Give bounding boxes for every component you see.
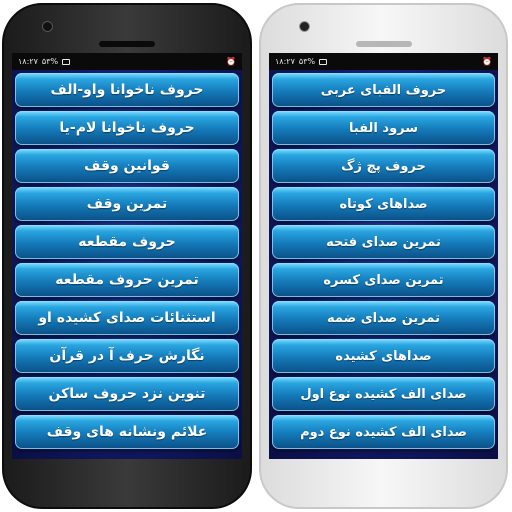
menu-item[interactable]: تمرین صدای کسره bbox=[272, 263, 495, 297]
status-bar: ۱۸:۲۷ ۵۳% ⏰ bbox=[12, 53, 242, 70]
alarm-icon: ⏰ bbox=[226, 57, 236, 66]
menu-item[interactable]: تمرین صدای فتحه bbox=[272, 225, 495, 259]
menu-item[interactable]: قوانین وقف bbox=[15, 149, 239, 183]
menu-item[interactable]: صدای الف کشیده نوع دوم bbox=[272, 415, 495, 449]
right-screen: ۱۸:۲۷ ۵۳% ⏰ حروف الفبای عربی سرود الفبا … bbox=[269, 53, 498, 459]
right-phone: ۱۸:۲۷ ۵۳% ⏰ حروف الفبای عربی سرود الفبا … bbox=[259, 3, 508, 509]
battery-icon bbox=[62, 58, 71, 65]
alarm-icon: ⏰ bbox=[482, 57, 492, 66]
battery-icon bbox=[319, 58, 328, 65]
menu-item[interactable]: حروف مقطعه bbox=[15, 225, 239, 259]
menu-item[interactable]: نگارش حرف آ در قرآن bbox=[15, 339, 239, 373]
left-screen: ۱۸:۲۷ ۵۳% ⏰ حروف ناخوانا واو-الف حروف نا… bbox=[12, 53, 242, 459]
camera-icon bbox=[299, 21, 310, 32]
status-battery: ۵۳% bbox=[41, 57, 59, 66]
menu-item[interactable]: صداهای کوتاه bbox=[272, 187, 495, 221]
menu-item[interactable]: حروف ناخوانا لام-یا bbox=[15, 111, 239, 145]
menu-item[interactable]: حروف پچ ژگ bbox=[272, 149, 495, 183]
status-bar: ۱۸:۲۷ ۵۳% ⏰ bbox=[269, 53, 498, 70]
menu-item[interactable]: صدای الف کشیده نوع اول bbox=[272, 377, 495, 411]
left-menu: حروف ناخوانا واو-الف حروف ناخوانا لام-یا… bbox=[12, 70, 242, 449]
left-phone: ۱۸:۲۷ ۵۳% ⏰ حروف ناخوانا واو-الف حروف نا… bbox=[2, 3, 252, 509]
menu-item[interactable]: حروف ناخوانا واو-الف bbox=[15, 73, 239, 107]
menu-item[interactable]: تمرین حروف مقطعه bbox=[15, 263, 239, 297]
menu-item[interactable]: استثنائات صدای کشیده او bbox=[15, 301, 239, 335]
status-time: ۱۸:۲۷ bbox=[275, 57, 295, 66]
menu-item[interactable]: تمرین وقف bbox=[15, 187, 239, 221]
menu-item[interactable]: تمرین صدای ضمه bbox=[272, 301, 495, 335]
speaker-grille bbox=[355, 41, 412, 47]
status-battery: ۵۳% bbox=[298, 57, 316, 66]
menu-item[interactable]: صداهای کشیده bbox=[272, 339, 495, 373]
right-menu: حروف الفبای عربی سرود الفبا حروف پچ ژگ ص… bbox=[269, 70, 498, 449]
status-time: ۱۸:۲۷ bbox=[18, 57, 38, 66]
menu-item[interactable]: تنوین نزد حروف ساکن bbox=[15, 377, 239, 411]
speaker-grille bbox=[99, 41, 155, 47]
menu-item[interactable]: حروف الفبای عربی bbox=[272, 73, 495, 107]
camera-icon bbox=[42, 21, 53, 32]
menu-item[interactable]: علائم ونشانه های وقف bbox=[15, 415, 239, 449]
menu-item[interactable]: سرود الفبا bbox=[272, 111, 495, 145]
